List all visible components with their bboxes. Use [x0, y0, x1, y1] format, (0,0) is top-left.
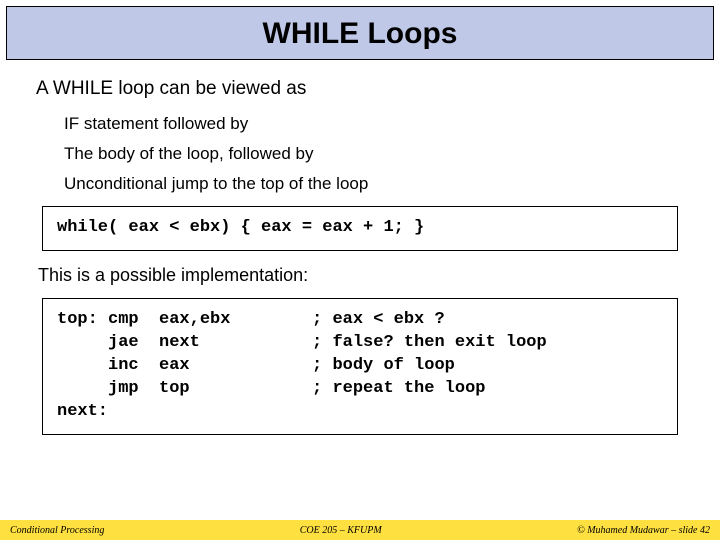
footer-left: Conditional Processing — [10, 525, 104, 536]
footer-bar: Conditional Processing COE 205 – KFUPM ©… — [0, 520, 720, 540]
bullet-item: IF statement followed by — [64, 114, 684, 134]
bullet-item: The body of the loop, followed by — [64, 144, 684, 164]
footer-right: © Muhamed Mudawar – slide 42 — [577, 525, 710, 536]
implementation-text: This is a possible implementation: — [38, 265, 684, 286]
lead-text: A WHILE loop can be viewed as — [36, 78, 684, 100]
code-box-asm: top: cmp eax,ebx ; eax < ebx ? jae next … — [42, 298, 678, 435]
bullet-item: Unconditional jump to the top of the loo… — [64, 174, 684, 194]
slide: WHILE Loops A WHILE loop can be viewed a… — [0, 0, 720, 540]
footer-center: COE 205 – KFUPM — [104, 525, 577, 536]
title-bar: WHILE Loops — [6, 6, 714, 60]
slide-content: A WHILE loop can be viewed as IF stateme… — [6, 60, 714, 540]
slide-title: WHILE Loops — [7, 17, 713, 51]
code-box-c: while( eax < ebx) { eax = eax + 1; } — [42, 206, 678, 251]
